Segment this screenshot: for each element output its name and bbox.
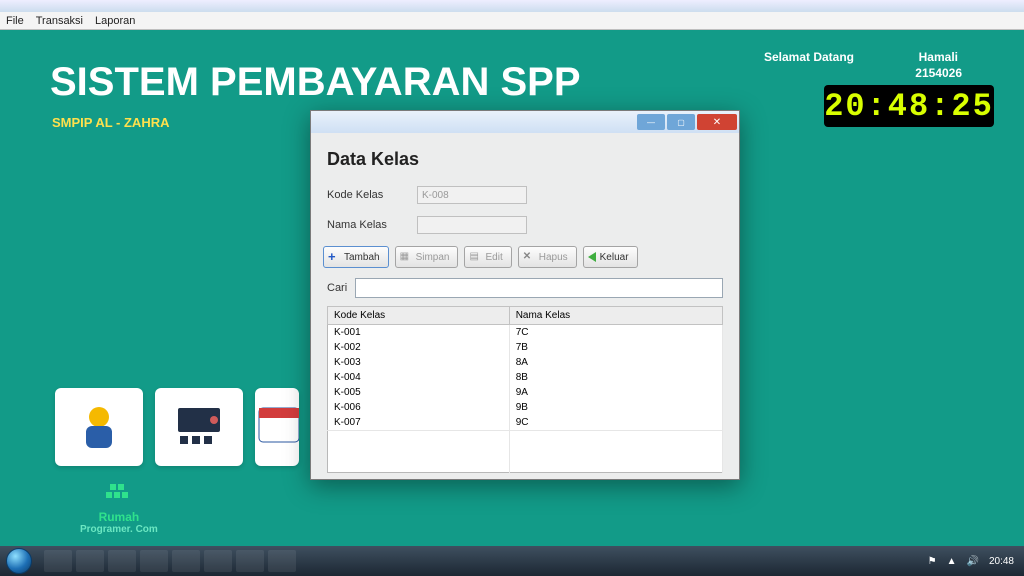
- edit-button[interactable]: ▤Edit: [464, 246, 511, 268]
- taskbar-app-1[interactable]: [44, 550, 72, 572]
- table-row[interactable]: K-0069B: [328, 400, 723, 415]
- footer-tag: Programer. Com: [80, 524, 158, 535]
- logo-icon: [104, 482, 134, 506]
- table-row[interactable]: K-0027B: [328, 340, 723, 355]
- edit-icon: ▤: [469, 251, 481, 263]
- save-icon: ▦: [400, 251, 412, 263]
- table-row[interactable]: K-0059A: [328, 385, 723, 400]
- nama-kelas-input[interactable]: [417, 216, 527, 234]
- taskbar-pinned: [44, 550, 296, 572]
- taskbar-app-4[interactable]: [140, 550, 168, 572]
- dialog-titlebar[interactable]: — ▢ ✕: [311, 111, 739, 133]
- taskbar-app-8[interactable]: [268, 550, 296, 572]
- kode-kelas-input[interactable]: [417, 186, 527, 204]
- table-row[interactable]: K-0048B: [328, 370, 723, 385]
- page-title: SISTEM PEMBAYARAN SPP: [50, 60, 581, 105]
- search-input[interactable]: [355, 278, 723, 298]
- cari-label: Cari: [327, 282, 347, 294]
- taskbar-app-2[interactable]: [76, 550, 104, 572]
- col-nama-kelas[interactable]: Nama Kelas: [509, 307, 722, 325]
- back-icon: [588, 252, 596, 262]
- digital-clock: 20:48:25: [824, 85, 994, 127]
- tray-clock[interactable]: 20:48: [989, 556, 1014, 567]
- windows-orb-icon: [6, 548, 32, 574]
- tile-class[interactable]: [155, 388, 243, 466]
- delete-icon: ✕: [523, 251, 535, 263]
- system-tray: ⚑ ▲ 🔊 20:48: [928, 556, 1024, 567]
- workspace: SISTEM PEMBAYARAN SPP SMPIP AL - ZAHRA S…: [0, 30, 1024, 546]
- welcome-label: Selamat Datang: [764, 50, 854, 64]
- table-row[interactable]: K-0079C: [328, 415, 723, 431]
- close-button[interactable]: ✕: [697, 114, 737, 130]
- simpan-button[interactable]: ▦Simpan: [395, 246, 459, 268]
- taskbar-app-5[interactable]: [172, 550, 200, 572]
- menu-transaksi[interactable]: Transaksi: [36, 15, 83, 27]
- calendar-icon: [255, 402, 299, 452]
- kode-kelas-label: Kode Kelas: [327, 189, 403, 201]
- tile-schedule[interactable]: [255, 388, 299, 466]
- taskbar-app-3[interactable]: [108, 550, 136, 572]
- user-icon: [74, 402, 124, 452]
- tambah-button[interactable]: +Tambah: [323, 246, 389, 268]
- tray-volume-icon[interactable]: 🔊: [967, 556, 979, 567]
- current-user-name: Hamali: [919, 50, 958, 64]
- shortcut-tiles: [55, 388, 299, 466]
- maximize-button[interactable]: ▢: [667, 114, 695, 130]
- page-subtitle: SMPIP AL - ZAHRA: [52, 115, 170, 130]
- taskbar-app-7[interactable]: [236, 550, 264, 572]
- taskbar-app-6[interactable]: [204, 550, 232, 572]
- app-menubar: File Transaksi Laporan: [0, 12, 1024, 30]
- hapus-button[interactable]: ✕Hapus: [518, 246, 577, 268]
- table-row[interactable]: K-0017C: [328, 325, 723, 341]
- footer-logo: Rumah Programer. Com: [80, 482, 158, 536]
- col-kode-kelas[interactable]: Kode Kelas: [328, 307, 510, 325]
- menu-laporan[interactable]: Laporan: [95, 15, 135, 27]
- classroom-icon: [172, 402, 226, 452]
- footer-brand: Rumah: [80, 510, 158, 524]
- menu-file[interactable]: File: [6, 15, 24, 27]
- dialog-toolbar: +Tambah ▦Simpan ▤Edit ✕Hapus Keluar: [323, 246, 723, 268]
- app-titlebar: [0, 0, 1024, 12]
- kelas-table: Kode Kelas Nama Kelas K-0017CK-0027BK-00…: [327, 306, 723, 473]
- dialog-title: Data Kelas: [327, 149, 723, 170]
- minimize-button[interactable]: —: [637, 114, 665, 130]
- data-kelas-dialog: — ▢ ✕ Data Kelas Kode Kelas Nama Kelas +…: [310, 110, 740, 480]
- start-button[interactable]: [0, 546, 38, 576]
- tray-flag-icon[interactable]: ⚑: [928, 556, 937, 567]
- windows-taskbar: ⚑ ▲ 🔊 20:48: [0, 546, 1024, 576]
- nama-kelas-label: Nama Kelas: [327, 219, 403, 231]
- keluar-button[interactable]: Keluar: [583, 246, 638, 268]
- tile-students[interactable]: [55, 388, 143, 466]
- current-user-id: 2154026: [915, 66, 962, 80]
- table-row[interactable]: K-0038A: [328, 355, 723, 370]
- tray-network-icon[interactable]: ▲: [947, 556, 957, 567]
- plus-icon: +: [328, 251, 340, 263]
